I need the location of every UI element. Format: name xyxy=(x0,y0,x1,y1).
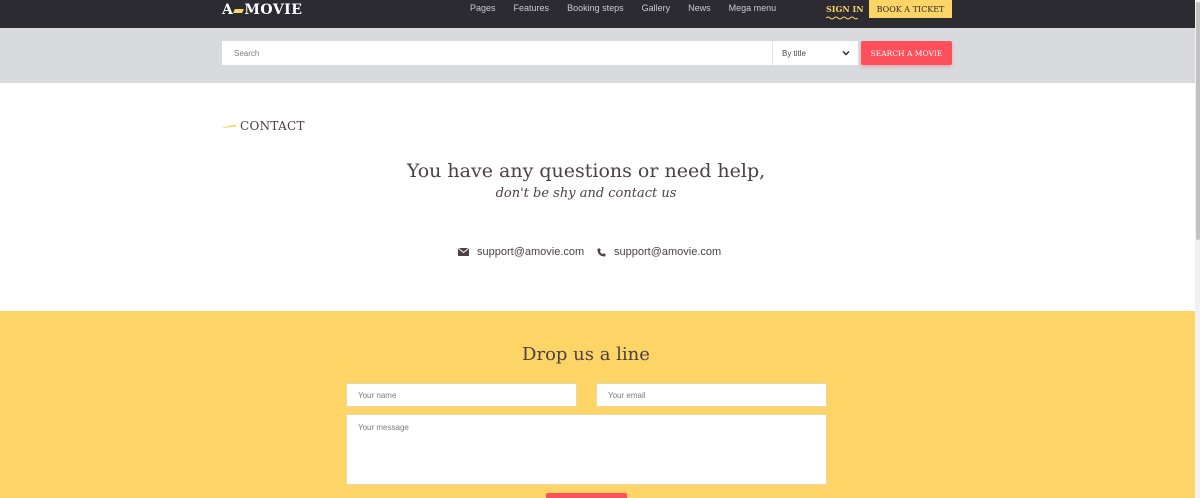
contact-email[interactable]: support@amovie.com xyxy=(458,246,584,258)
search-type-value: By title xyxy=(782,48,807,58)
phone-icon xyxy=(597,248,606,256)
chevron-down-icon xyxy=(842,50,850,56)
main-nav: Pages Features Booking steps Gallery New… xyxy=(470,3,794,13)
logo-text: MOVIE xyxy=(244,2,303,18)
title-accent-icon xyxy=(222,124,236,128)
search-bar: Search By title SEARCH A MOVIE xyxy=(0,28,1200,83)
scrollbar-thumb[interactable] xyxy=(1196,2,1200,240)
nav-item-mega-menu[interactable]: Mega menu xyxy=(729,3,777,13)
nav-item-gallery[interactable]: Gallery xyxy=(642,3,671,13)
search-type-select[interactable]: By title xyxy=(772,41,858,65)
section-title: CONTACT xyxy=(222,119,305,133)
nav-item-pages[interactable]: Pages xyxy=(470,3,496,13)
contact-headline: You have any questions or need help, xyxy=(406,160,766,182)
sign-in-link[interactable]: SIGN IN xyxy=(826,4,864,14)
name-field[interactable]: Your name xyxy=(346,383,577,407)
envelope-icon xyxy=(458,248,469,256)
send-message-button[interactable] xyxy=(546,493,627,498)
form-title: Drop us a line xyxy=(522,344,650,365)
contact-phone[interactable]: support@amovie.com xyxy=(597,246,721,258)
search-input[interactable]: Search xyxy=(222,41,772,65)
nav-item-features[interactable]: Features xyxy=(514,3,550,13)
section-title-text: CONTACT xyxy=(240,119,305,133)
contact-subline: don't be shy and contact us xyxy=(495,186,677,201)
email-field[interactable]: Your email xyxy=(596,383,827,407)
top-navbar: A MOVIE Pages Features Booking steps Gall… xyxy=(0,0,1200,28)
contact-phone-text: support@amovie.com xyxy=(614,246,722,258)
contact-email-text: support@amovie.com xyxy=(477,246,585,258)
search-movie-button[interactable]: SEARCH A MOVIE xyxy=(861,41,952,65)
logo-letter: A xyxy=(222,2,234,18)
nav-item-news[interactable]: News xyxy=(688,3,711,13)
book-ticket-button[interactable]: BOOK A TICKET xyxy=(869,0,952,18)
nav-item-booking-steps[interactable]: Booking steps xyxy=(567,3,624,13)
site-logo[interactable]: A MOVIE xyxy=(222,1,302,19)
message-field[interactable]: Your message xyxy=(346,414,827,485)
sign-in-underline-icon xyxy=(826,16,858,20)
logo-dash xyxy=(233,9,245,13)
